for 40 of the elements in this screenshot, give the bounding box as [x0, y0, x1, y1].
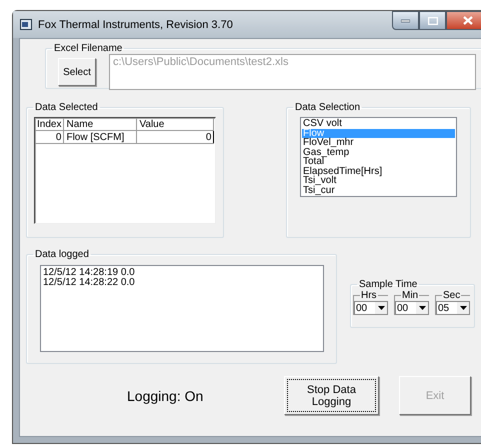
- log-line: 12/5/12 14:28:19 0.0: [43, 268, 136, 278]
- table-cell: 0: [136, 130, 214, 144]
- select-button[interactable]: Select: [58, 58, 96, 86]
- time-dropdown[interactable]: 00: [395, 301, 429, 315]
- list-item[interactable]: Tsi_cur: [302, 186, 455, 195]
- logging-status: Logging: On: [127, 388, 204, 404]
- log-line: 12/5/12 14:28:22 0.0: [43, 278, 136, 288]
- maximize-button[interactable]: [419, 11, 446, 30]
- group-label: Data Selected: [34, 102, 99, 113]
- list-item[interactable]: FloVel_mhr: [302, 138, 455, 148]
- group-label: Sample Time: [358, 279, 418, 290]
- dropdown-arrow-icon: [418, 306, 426, 310]
- close-icon: [463, 16, 473, 25]
- minimize-icon: [401, 18, 410, 22]
- column-header[interactable]: Value: [136, 118, 214, 130]
- table-cell: Flow [SCFM]: [64, 130, 137, 144]
- list-item[interactable]: Tsi_volt: [302, 176, 455, 186]
- table-cell: 0: [35, 130, 64, 144]
- window-title: Fox Thermal Instruments, Revision 3.70: [38, 18, 233, 30]
- column-header[interactable]: Index: [35, 118, 64, 130]
- dropdown-arrow-icon: [460, 306, 466, 310]
- dropdown-arrow-icon: [378, 306, 384, 310]
- time-dropdown[interactable]: 00: [354, 301, 388, 315]
- stop-logging-button[interactable]: Stop Data Logging: [284, 376, 379, 415]
- group-label: Sec: [442, 290, 462, 301]
- column-header[interactable]: Name: [64, 118, 137, 130]
- list-item[interactable]: ElapsedTime[Hrs]: [302, 166, 455, 176]
- group-label: Excel Filename: [53, 43, 124, 54]
- list-item[interactable]: CSV volt: [302, 119, 455, 128]
- maximize-icon: [428, 16, 438, 24]
- group-label: Data Selection: [294, 102, 362, 113]
- minimize-button[interactable]: [392, 11, 419, 30]
- close-button[interactable]: [446, 11, 481, 30]
- group-label: Hrs: [360, 290, 378, 301]
- app-icon: [20, 19, 32, 30]
- list-item[interactable]: Total: [302, 157, 455, 166]
- group-label: Data logged: [34, 249, 90, 260]
- group-label: Min: [401, 290, 420, 301]
- list-item[interactable]: Gas_temp: [302, 148, 455, 157]
- time-dropdown[interactable]: 05: [436, 301, 470, 315]
